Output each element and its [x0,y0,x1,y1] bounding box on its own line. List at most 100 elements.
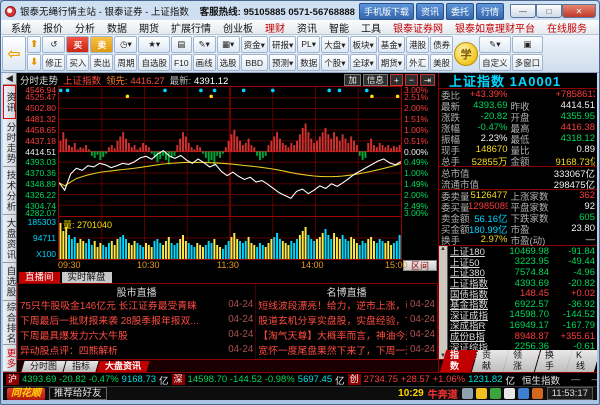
menu-item[interactable]: 数据 [101,20,133,35]
sidebar-item-技术分析[interactable]: 技术分析 [3,167,16,215]
ths-logo[interactable]: 同花顺 [7,387,45,400]
toolbar-button[interactable]: BBD [240,54,268,71]
titlebar-button[interactable]: 行情 [475,2,504,20]
toolbar-button[interactable]: 期货▾ [377,54,406,71]
toolbar-button[interactable]: 大盘▾ [321,36,349,53]
volume-chart[interactable]: 量: 2701040 [58,217,402,260]
titlebar-button[interactable]: 资讯 [415,2,444,20]
toolbar-button[interactable]: 自定义 [479,54,511,71]
maximize-button[interactable]: □ [536,4,562,18]
tab-指数[interactable]: 指数 [439,350,477,372]
toolbar-button[interactable]: F10 [170,54,192,71]
news-item[interactable]: 【花花大士】难道尾盘股指拉升透多？04-24 [258,357,435,359]
calendar-icon[interactable] [489,388,501,399]
menu-item[interactable]: 系统 [5,20,37,35]
toolbar-button[interactable]: 画线 [192,54,216,71]
news-item[interactable]: 异动股点评：四熊解析 04-24 [20,342,253,357]
chart-button-−[interactable]: − [404,73,418,86]
menu-item[interactable]: 扩展行情 [165,20,217,35]
tab-K线[interactable]: K线 [566,350,597,372]
menu-item[interactable]: 智能 [323,20,355,35]
chart-button-加[interactable]: 加 [344,73,361,86]
news-item[interactable]: 下周最后一批财报来袭 28股季报年报双... 04-24 [20,312,253,327]
menu-item[interactable]: 在线服务 [541,20,593,35]
toolbar-button[interactable]: 全球▾ [349,54,377,71]
toolbar-button[interactable]: 买入 [66,54,90,71]
transfer-icon[interactable] [531,388,543,399]
news-item[interactable]: 【淘气天尊】大概率而言，神油今天盘...04-24 [258,327,435,342]
sidebar-collapse-icon[interactable]: ◀ [3,73,16,85]
toolbar-button[interactable]: PL▾ [297,36,321,53]
news-item[interactable]: 短线波段漂亮！给力，逆市上涨，彰显...04-24 [258,297,435,312]
tab-指标[interactable]: 指标 [63,361,99,372]
toolbar-button[interactable]: 买 [66,36,90,53]
menu-item[interactable]: 银泰证券网 [387,20,449,35]
printer-icon[interactable] [461,388,473,399]
sidebar-item-综合排名[interactable]: 综合排名 [3,301,16,345]
toolbar-button[interactable]: ✎▾ [192,36,216,53]
toolbar-button[interactable]: 数据 [297,54,321,71]
tab-实时解盘[interactable]: 实时解盘 [61,272,112,283]
minimize-button[interactable]: — [510,4,536,18]
scroll-up-icon[interactable]: ▲ [440,246,446,252]
news-item[interactable]: 宽怀一度尾盘果然下来了，下周一还有...04-24 [258,342,435,357]
toolbar-button[interactable]: ▣ [511,36,544,53]
menu-item[interactable]: 创业板 [217,20,259,35]
news-item[interactable]: 下周最具爆发力六大牛股 04-24 [20,327,253,342]
toolbar-button[interactable]: 板块▾ [349,36,377,53]
toolbar-button[interactable]: 选股 [216,54,240,71]
titlebar-button[interactable]: 手机版下载 [358,2,414,20]
toolbar-button[interactable]: 预测▾ [268,54,297,71]
toolbar-button[interactable]: 港股 [406,36,430,53]
titlebar-button[interactable]: 委托 [445,2,474,20]
news-item[interactable]: 75只牛股吸金146亿元 长江证券最受青睐 04-24 [20,297,253,312]
news-item[interactable]: 股道玄机分享实盘股，实盘经验，T策...04-24 [258,312,435,327]
toolbar-button[interactable]: 研报▾ [268,36,297,53]
bell-icon[interactable] [475,388,487,399]
close-button[interactable]: ✕ [562,4,596,18]
chart-button-信息[interactable]: 信息 [362,73,388,86]
toolbar-button[interactable]: ★▾ [138,36,170,53]
back-button[interactable]: ⇦ [2,36,26,71]
menu-item[interactable]: 资讯 [291,20,323,35]
toolbar-button[interactable]: ✎▾ [479,36,511,53]
menu-item[interactable]: 理财 [259,20,291,35]
menu-item[interactable]: 期货 [133,20,165,35]
toolbar-button[interactable]: 周期 [114,54,138,71]
toolbar-button[interactable]: 修正 [42,54,66,71]
toolbar-button[interactable]: ↺ [42,36,66,53]
chat-icon[interactable] [503,388,515,399]
chart-button-⇥[interactable]: ⇥ [419,73,435,86]
toolbar-button[interactable]: 基金▾ [377,36,406,53]
study-badge[interactable]: 学 [454,41,479,66]
sidebar-item-资讯[interactable]: 资讯 [3,85,16,119]
chart-button-+[interactable]: + [389,73,403,86]
menu-item[interactable]: 报价 [37,20,69,35]
toolbar-button[interactable]: ▦▾ [216,36,240,53]
mail-icon[interactable] [517,388,529,399]
sidebar-item-大盘资讯[interactable]: 大盘资讯 [3,215,16,263]
sidebar-item-更多[interactable]: 更多 [3,345,16,372]
toolbar-button[interactable]: 个股▾ [321,54,349,71]
tab-领涨[interactable]: 领涨 [502,350,540,372]
toolbar-button[interactable]: 卖 [90,36,114,53]
menu-item[interactable]: 分析 [69,20,101,35]
toolbar-button[interactable]: ◷▾ [114,36,138,53]
tab-直播间[interactable]: 直播间 [19,272,60,283]
news-item[interactable]: 异动股点评：四牛解析04-24 [20,357,253,359]
hint-label[interactable]: 牛奔道 [428,386,458,401]
tab-分时图[interactable]: 分时图 [21,361,66,372]
toolbar-button[interactable]: 自选股 [138,54,170,71]
share-button[interactable]: 推荐给好友 [49,387,107,400]
intraday-chart[interactable] [58,86,402,217]
toolbar-button[interactable]: 外汇 [406,54,430,71]
index-list-scrollbar[interactable]: ▲ ▼ [439,246,448,359]
toolbar-button[interactable]: ▤ [170,36,192,53]
toolbar-button[interactable]: ⬇ [27,54,42,71]
sidebar-item-分时走势[interactable]: 分时走势 [3,119,16,167]
sidebar-item-自选股[interactable]: 自选股 [3,263,16,301]
menu-item[interactable]: 银泰如意理财平台 [449,20,541,35]
tab-大盘资讯[interactable]: 大盘资讯 [96,361,150,372]
toolbar-button[interactable]: ⬆ [27,36,42,53]
interval-button[interactable]: 区间 [403,260,437,271]
